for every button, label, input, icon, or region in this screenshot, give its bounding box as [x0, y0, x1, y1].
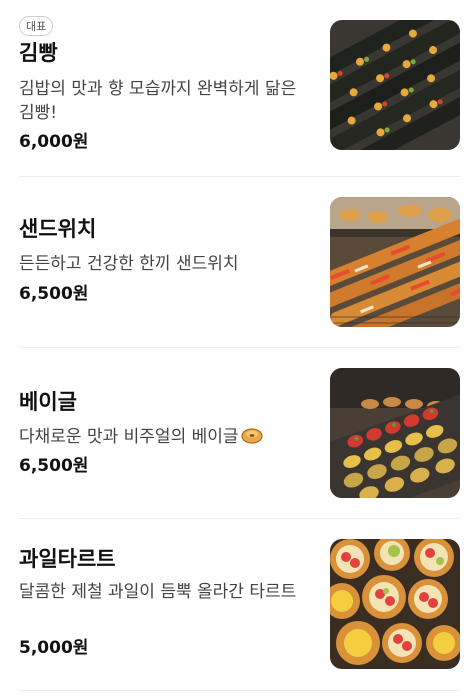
- kimbap-bread-photo: [330, 20, 460, 150]
- menu-item-price: 6,500원: [19, 456, 89, 476]
- menu-item-description-text: 다채로운 맛과 비주얼의 베이글: [19, 427, 239, 447]
- menu-item-price: 6,000원: [19, 132, 89, 152]
- menu-item-description: 다채로운 맛과 비주얼의 베이글: [19, 425, 309, 451]
- menu-item-kimbap-bread[interactable]: 대표 김빵 김밥의 맛과 향 모습까지 완벽하게 닮은 김빵! 6,000원: [0, 0, 466, 172]
- menu-item-sandwich[interactable]: 샌드위치 든든하고 건강한 한끼 샌드위치 6,500원: [0, 177, 466, 349]
- menu-item-description: 달콤한 제철 과일이 듬뿍 올라간 타르트: [19, 582, 297, 602]
- menu-item-description: 든든하고 건강한 한끼 샌드위치: [19, 254, 239, 274]
- menu-item-name: 샌드위치: [19, 217, 97, 241]
- menu-item-name: 베이글: [19, 390, 77, 414]
- signature-badge: 대표: [19, 16, 54, 36]
- menu-item-name: 김빵: [19, 41, 58, 65]
- menu-item-description: 김밥의 맛과 향 모습까지 완벽하게 닮은 김빵!: [19, 79, 297, 123]
- menu-list: 대표 김빵 김밥의 맛과 향 모습까지 완벽하게 닮은 김빵! 6,000원 샌…: [0, 0, 466, 695]
- fruit-tart-photo: [330, 539, 460, 669]
- bagel-display-photo: [330, 368, 460, 498]
- menu-item-name: 과일타르트: [19, 547, 116, 571]
- menu-item-fruit-tart[interactable]: 과일타르트 달콤한 제철 과일이 듬뿍 올라간 타르트 5,000원: [0, 519, 466, 691]
- menu-item-price: 6,500원: [19, 284, 89, 304]
- divider: [19, 690, 460, 691]
- bagel-icon: [240, 426, 263, 451]
- menu-item-price: 5,000원: [19, 638, 89, 658]
- sandwich-display-photo: [330, 197, 460, 327]
- menu-item-bagel[interactable]: 베이글 다채로운 맛과 비주얼의 베이글 6,500원: [0, 348, 466, 520]
